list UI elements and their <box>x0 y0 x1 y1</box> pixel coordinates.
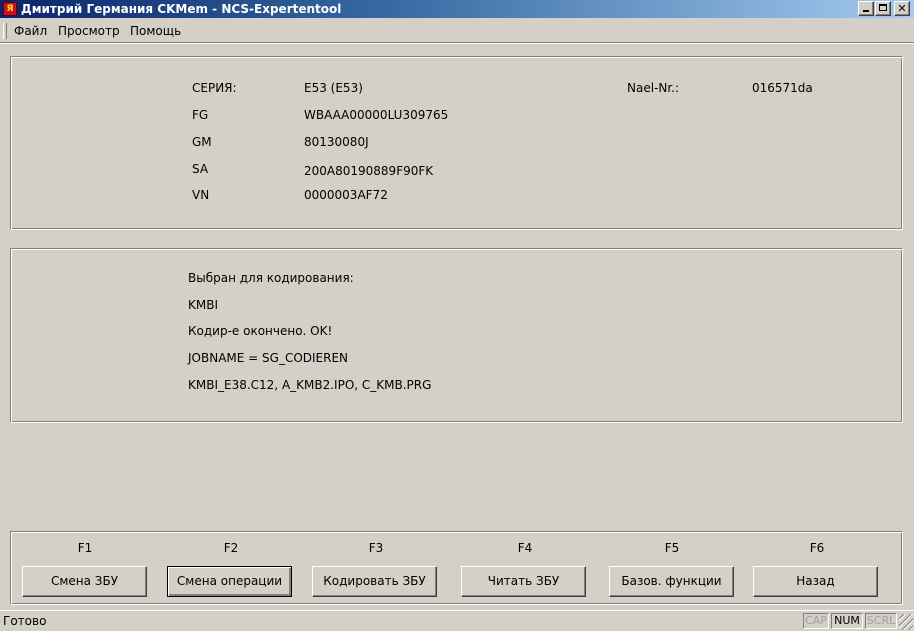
num-lock-indicator: NUM <box>831 613 863 629</box>
read-ecu-button[interactable]: Читать ЗБУ <box>461 566 586 597</box>
status-text: Готово <box>3 614 47 628</box>
fkey-label-f2: F2 <box>223 541 239 555</box>
gm-value: 80130080J <box>304 135 369 149</box>
message-line: KMBI_E38.C12, A_KMB2.IPO, C_KMB.PRG <box>188 378 432 392</box>
change-operation-button[interactable]: Смена операции <box>167 566 292 597</box>
title-bar[interactable]: Я Дмитрий Германия CKMem - NCS-Expertent… <box>0 0 914 18</box>
message-panel <box>10 248 903 423</box>
fkey-label-f6: F6 <box>809 541 825 555</box>
scroll-lock-indicator: SCRL <box>865 613 897 629</box>
message-line: KMBI <box>188 298 218 312</box>
close-button[interactable]: ✕ <box>894 1 910 16</box>
menu-grip <box>3 23 7 39</box>
basic-functions-button[interactable]: Базов. функции <box>609 566 734 597</box>
menu-separator <box>0 43 914 44</box>
message-line: JOBNAME = SG_CODIEREN <box>188 351 349 365</box>
app-icon[interactable]: Я <box>3 2 17 16</box>
change-ecu-button[interactable]: Смена ЗБУ <box>22 566 147 597</box>
message-line: Выбран для кодирования: <box>188 271 354 285</box>
nael-value: 016571da <box>752 81 813 95</box>
fkey-label-f4: F4 <box>517 541 533 555</box>
vn-value: 0000003AF72 <box>304 188 388 202</box>
maximize-button[interactable] <box>875 1 891 16</box>
close-icon: ✕ <box>897 2 907 15</box>
back-button[interactable]: Назад <box>753 566 878 597</box>
menu-help[interactable]: Помощь <box>127 23 184 39</box>
vn-label: VN <box>192 188 210 202</box>
maximize-icon <box>879 4 887 11</box>
sa-label: SA <box>192 162 209 176</box>
fkey-label-f3: F3 <box>368 541 384 555</box>
resize-grip-icon[interactable] <box>899 614 913 630</box>
menu-file[interactable]: Файл <box>11 23 50 39</box>
fkey-label-f5: F5 <box>664 541 680 555</box>
window-title: Дмитрий Германия CKMem - NCS-Expertentoo… <box>21 2 342 16</box>
series-value: E53 (E53) <box>304 81 363 95</box>
status-bar: Готово CAP NUM SCRL <box>0 610 914 631</box>
nael-label: Nael-Nr.: <box>627 81 680 95</box>
menu-view[interactable]: Просмотр <box>55 23 123 39</box>
fkey-label-f1: F1 <box>77 541 93 555</box>
minimize-icon <box>863 10 869 12</box>
gm-label: GM <box>192 135 212 149</box>
fg-value: WBAAA00000LU309765 <box>304 108 449 122</box>
series-label: СЕРИЯ: <box>192 81 237 95</box>
menu-bar: Файл Просмотр Помощь <box>0 20 914 43</box>
message-line: Кодир-е окончено. OK! <box>188 324 333 338</box>
minimize-button[interactable] <box>858 1 874 16</box>
code-ecu-button[interactable]: Кодировать ЗБУ <box>312 566 437 597</box>
sa-value: 200A80190889F90FK <box>304 164 434 178</box>
fg-label: FG <box>192 108 209 122</box>
caps-lock-indicator: CAP <box>803 613 829 629</box>
